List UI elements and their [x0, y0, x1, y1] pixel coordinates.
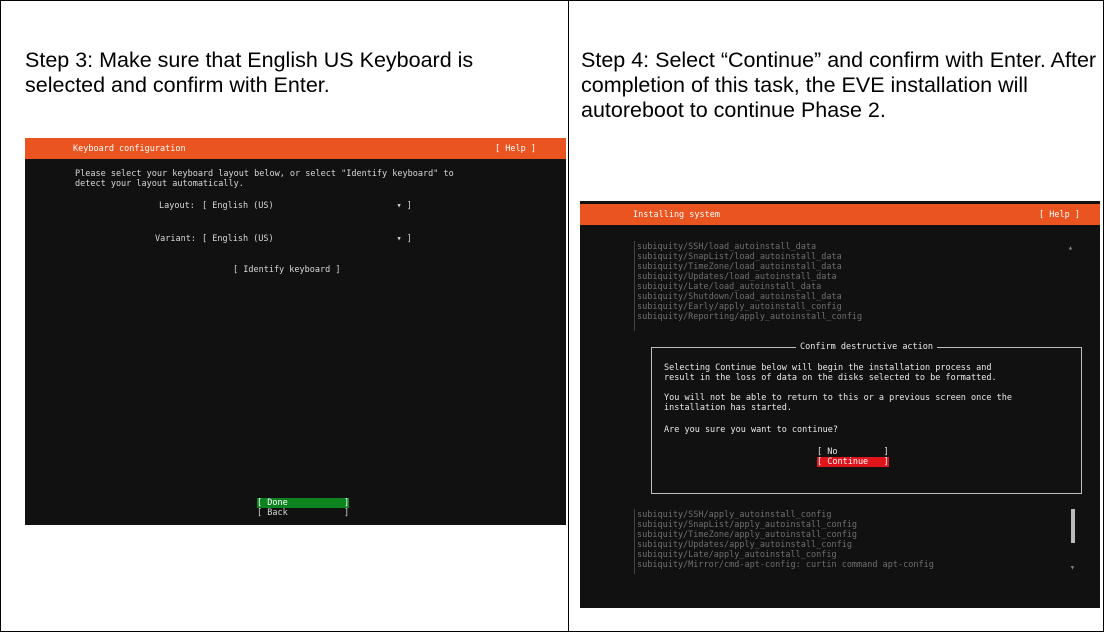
log-line: subiquity/Updates/apply_autoinstall_conf… [637, 540, 852, 550]
layout-label: Layout: [159, 201, 195, 211]
log-line: subiquity/TimeZone/apply_autoinstall_con… [637, 530, 858, 540]
step4-instruction: Step 4: Select “Continue” and confirm wi… [581, 48, 1097, 122]
log-line: subiquity/Shutdown/load_autoinstall_data [637, 292, 842, 302]
scroll-down-arrow-icon[interactable]: ▾ [1070, 563, 1075, 573]
keyboard-config-screenshot: Keyboard configuration [ Help ] Please s… [25, 138, 566, 525]
keyboard-title-bar: Keyboard configuration [ Help ] [25, 138, 566, 159]
log-line: subiquity/Updates/load_autoinstall_data [637, 272, 837, 282]
help-button[interactable]: [ Help ] [495, 144, 536, 154]
dialog-text-2a: You will not be able to return to this o… [664, 393, 1012, 403]
scroll-up-arrow-icon[interactable]: ▴ [1068, 243, 1073, 253]
intro-line-1: Please select your keyboard layout below… [75, 169, 454, 179]
step3-instruction: Step 3: Make sure that English US Keyboa… [25, 48, 474, 97]
dialog-text-2b: installation has started. [664, 403, 792, 413]
keyboard-screen-title: Keyboard configuration [73, 144, 186, 154]
layout-select[interactable]: [ English (US) ▾ ] [202, 201, 412, 211]
identify-keyboard-button[interactable]: [ Identify keyboard ] [233, 265, 340, 275]
step3-cell: Step 3: Make sure that English US Keyboa… [1, 1, 569, 631]
variant-label: Variant: [155, 234, 196, 244]
dialog-title: Confirm destructive action [795, 342, 938, 352]
log-line: subiquity/SnapList/apply_autoinstall_con… [637, 520, 858, 530]
dialog-text-1a: Selecting Continue below will begin the … [664, 363, 992, 373]
log-line: subiquity/Late/apply_autoinstall_config [637, 550, 837, 560]
log-line: subiquity/SnapList/load_autoinstall_data [637, 252, 842, 262]
install-title-bar: Installing system [ Help ] [580, 204, 1100, 225]
log-line: subiquity/Early/apply_autoinstall_config [637, 302, 842, 312]
dialog-text-1b: result in the loss of data on the disks … [664, 373, 997, 383]
dialog-question: Are you sure you want to continue? [664, 425, 838, 435]
install-help-button[interactable]: [ Help ] [1039, 210, 1080, 220]
installing-system-screenshot: Installing system [ Help ] subiquity/SSH… [580, 201, 1100, 608]
no-button[interactable]: [ No ] [817, 447, 889, 457]
continue-button[interactable]: [ Continue ] [817, 457, 889, 467]
log-line: subiquity/Reporting/apply_autoinstall_co… [637, 312, 863, 322]
variant-select[interactable]: [ English (US) ▾ ] [202, 234, 412, 244]
log-line: subiquity/Late/load_autoinstall_data [637, 282, 822, 292]
intro-line-2: detect your layout automatically. [75, 179, 244, 189]
confirm-dialog: Confirm destructive action Selecting Con… [651, 342, 1082, 494]
instructions-table: Step 3: Make sure that English US Keyboa… [0, 0, 1104, 632]
log-line: subiquity/TimeZone/load_autoinstall_data [637, 262, 842, 272]
log-line: subiquity/SSH/load_autoinstall_data [637, 242, 817, 252]
install-screen-title: Installing system [633, 210, 720, 220]
log-bottom[interactable]: subiquity/SSH/apply_autoinstall_config s… [634, 509, 1075, 574]
back-button[interactable]: [ Back ] [257, 508, 349, 518]
log-scrollbar[interactable] [1071, 509, 1075, 543]
done-button[interactable]: [ Done ] [257, 498, 350, 508]
log-line: subiquity/Mirror/cmd-apt-config: curtin … [637, 560, 934, 570]
log-top[interactable]: subiquity/SSH/load_autoinstall_data subi… [634, 241, 1075, 331]
log-line: subiquity/SSH/apply_autoinstall_config [637, 510, 832, 520]
